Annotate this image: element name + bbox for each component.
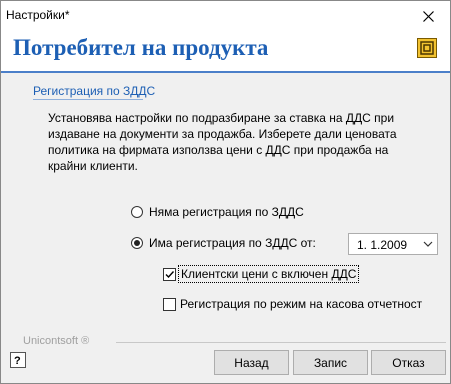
help-button[interactable]: ? xyxy=(10,352,26,368)
uni-logo-icon xyxy=(417,38,437,58)
title-bar: Настройки* xyxy=(1,1,450,31)
checkmark-icon xyxy=(165,270,175,278)
radio-no-registration-label: Няма регистрация по ЗДДС xyxy=(149,205,304,219)
section-description: Установява настройки по подразбиране за … xyxy=(48,111,397,173)
checkbox-vat-included-label: Клиентски цени с включен ДДС xyxy=(177,265,360,283)
footer-divider xyxy=(116,342,446,343)
checkbox-vat-included-prices[interactable]: Клиентски цени с включен ДДС xyxy=(163,265,360,283)
registration-date-value: 1. 1.2009 xyxy=(357,238,408,252)
section-title: Регистрация по ЗДДС xyxy=(33,84,156,98)
checkbox-checked[interactable] xyxy=(163,267,176,281)
header-divider xyxy=(1,71,450,73)
brand-label: Unicontsoft ® xyxy=(23,335,90,347)
checkbox-unchecked[interactable] xyxy=(163,297,176,311)
section-underline xyxy=(33,99,143,100)
close-icon xyxy=(422,10,434,22)
back-button[interactable]: Назад xyxy=(214,350,289,375)
checkbox-cash-accounting-label: Регистрация по режим на касова отчетност xyxy=(180,297,423,311)
chevron-down-icon xyxy=(423,241,433,247)
window-title: Настройки* xyxy=(6,8,70,22)
cancel-button[interactable]: Отказ xyxy=(371,350,446,375)
svg-text:?: ? xyxy=(14,355,21,367)
registration-date-picker[interactable]: 1. 1.2009 xyxy=(348,233,438,255)
radio-has-registration[interactable]: Има регистрация по ЗДДС от: xyxy=(131,236,316,250)
close-button[interactable] xyxy=(406,1,450,31)
radio-no-registration[interactable]: Няма регистрация по ЗДДС xyxy=(131,205,304,219)
settings-dialog: Настройки* Потребител на продукта Регист… xyxy=(0,0,451,384)
page-title: Потребител на продукта xyxy=(13,35,269,60)
dialog-header: Потребител на продукта xyxy=(1,31,450,71)
radio-button-checked[interactable] xyxy=(131,237,143,249)
radio-has-registration-label: Има регистрация по ЗДДС от: xyxy=(149,236,316,250)
save-button[interactable]: Запис xyxy=(293,350,368,375)
help-icon: ? xyxy=(14,355,21,367)
radio-button-unchecked[interactable] xyxy=(131,206,143,218)
checkbox-cash-accounting[interactable]: Регистрация по режим на касова отчетност xyxy=(163,297,422,311)
